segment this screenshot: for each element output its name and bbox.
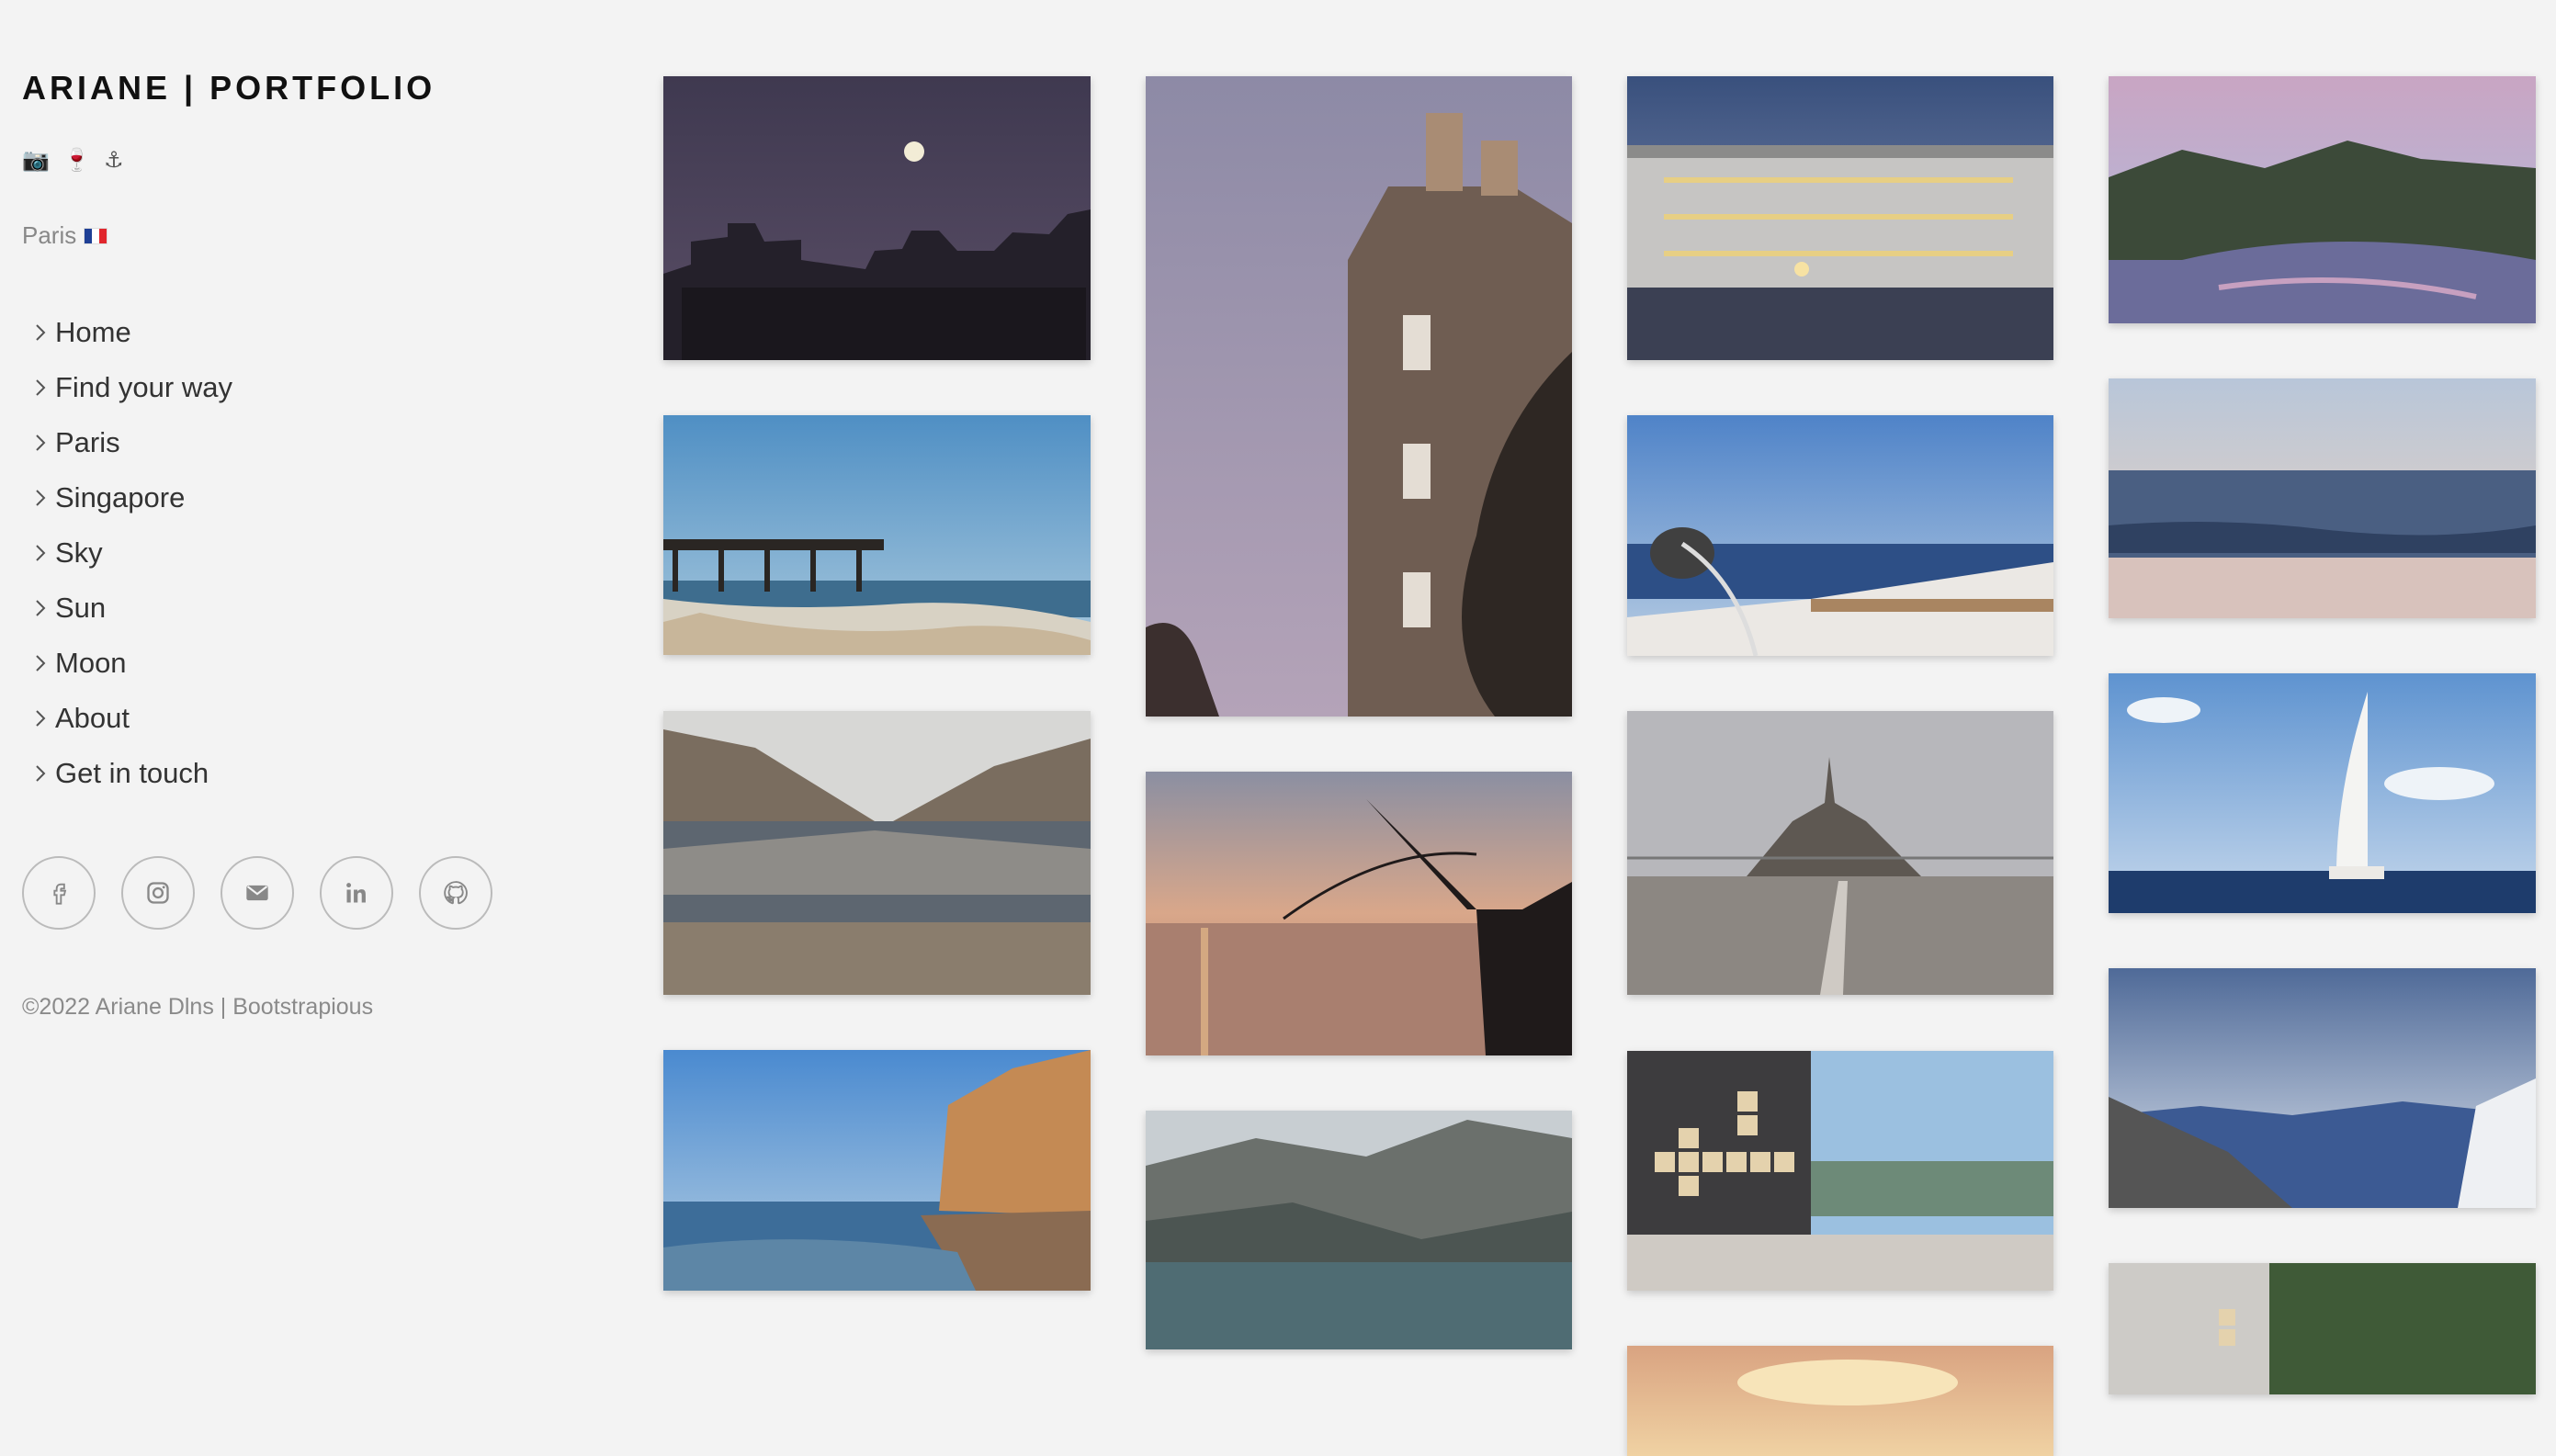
photo-scrabble-tree[interactable]	[2109, 1263, 2536, 1394]
sailboat-image	[2109, 673, 2536, 913]
photo-pier-beach[interactable]	[663, 415, 1091, 655]
photo-mountain-valley[interactable]	[2109, 968, 2536, 1208]
paris-building-image	[1146, 76, 1572, 717]
photo-sailboat-rope[interactable]	[1627, 415, 2053, 656]
photo-mountain-lake-reflection[interactable]	[1146, 1111, 1572, 1349]
photo-mont-saint-michel[interactable]	[1627, 711, 2053, 995]
photo-rocky-reflection[interactable]	[663, 711, 1091, 995]
mountain-valley-image	[2109, 968, 2536, 1208]
rocky-reflection-image	[663, 711, 1091, 995]
photo-ocean-waves[interactable]	[2109, 378, 2536, 618]
sailboat-rope-image	[1627, 415, 2053, 656]
palace-image	[1627, 76, 2053, 360]
photo-gallery	[0, 0, 2556, 1456]
photo-sailboat[interactable]	[2109, 673, 2536, 913]
photo-cliff-beach[interactable]	[663, 1050, 1091, 1291]
photo-moon-over-rooftops[interactable]	[663, 76, 1091, 360]
crane-sunset-image	[1146, 772, 1572, 1055]
photo-scrabble-tiles[interactable]	[1627, 1051, 2053, 1291]
sunset-sky-image	[1627, 1346, 2053, 1456]
bay-hills-image	[2109, 76, 2536, 323]
moon-rooftops-image	[663, 76, 1091, 360]
mont-saint-michel-image	[1627, 711, 2053, 995]
photo-bay-hills[interactable]	[2109, 76, 2536, 323]
photo-harbor-crane-sunset[interactable]	[1146, 772, 1572, 1055]
cliff-beach-image	[663, 1050, 1091, 1291]
scrabble-tiles-image	[1627, 1051, 2053, 1291]
photo-sunset-sky[interactable]	[1627, 1346, 2053, 1456]
scrabble-tree-image	[2109, 1263, 2536, 1394]
photo-palace-at-dusk[interactable]	[1627, 76, 2053, 360]
ocean-waves-image	[2109, 378, 2536, 618]
pier-beach-image	[663, 415, 1091, 655]
photo-paris-building[interactable]	[1146, 76, 1572, 717]
mountain-lake-image	[1146, 1111, 1572, 1349]
